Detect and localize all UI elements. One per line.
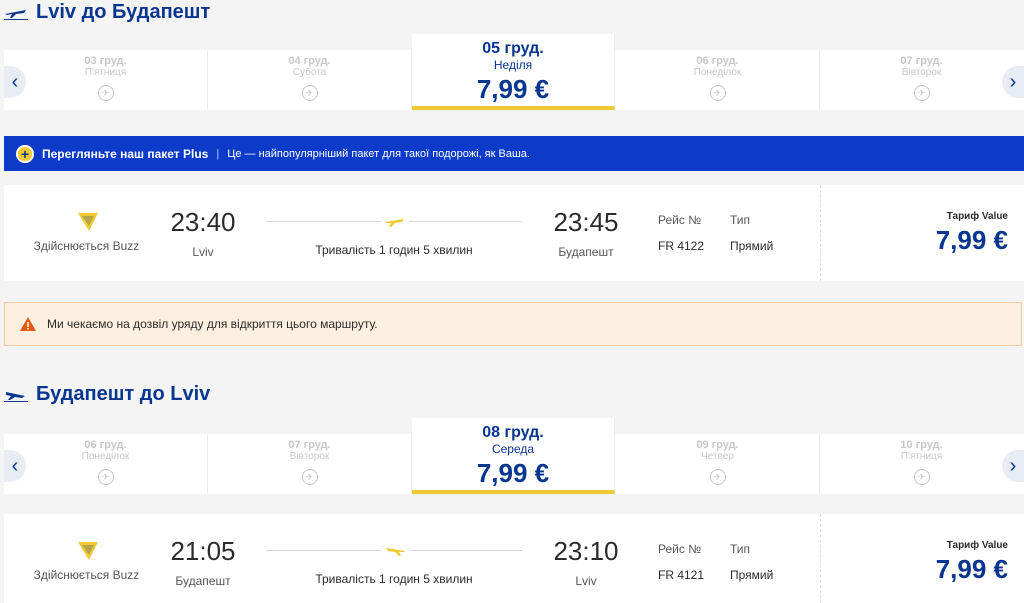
flight-type-label: Тип	[730, 542, 751, 556]
fare-price[interactable]: 7,99 €	[936, 225, 1008, 256]
inbound-flight-card[interactable]: Здійснюється Buzz 21:05 Будапешт Тривалі…	[4, 514, 1024, 603]
date-option-selected[interactable]: 08 груд. Середа 7,99 €	[412, 418, 615, 494]
date-option[interactable]: 07 груд. Вівторок ✈	[208, 434, 412, 494]
no-flight-icon: ✈	[709, 469, 726, 485]
arrive-time: 23:45	[553, 207, 619, 237]
ryanair-harp-icon	[78, 542, 98, 560]
date-label: 07 груд.	[900, 55, 943, 67]
arrive-city: Lviv	[575, 574, 597, 588]
plane-right-icon	[385, 219, 404, 227]
depart-city: Lviv	[192, 245, 214, 259]
fare-label: Тариф Value	[946, 540, 1008, 551]
date-label: 10 груд.	[900, 439, 943, 451]
date-label: 09 груд.	[696, 439, 739, 451]
date-label: 05 груд.	[482, 40, 544, 57]
outbound-title: Lviv до Будапешт	[4, 0, 210, 24]
plane-left-icon	[386, 548, 405, 556]
date-label: 06 груд.	[696, 55, 739, 67]
date-label: 06 груд.	[84, 439, 127, 451]
plus-banner-title: Перегляньте наш пакет Plus	[42, 146, 209, 161]
date-label: 08 груд.	[482, 424, 544, 441]
date-price: 7,99 €	[476, 74, 550, 104]
outbound-date-bar: ‹ 03 груд. П'ятниця ✈ 04 груд. Субота ✈ …	[4, 34, 1024, 110]
outbound-flight-card[interactable]: Здійснюється Buzz 23:40 Lviv Тривалість …	[4, 185, 1024, 281]
date-option[interactable]: 06 груд. Понеділок ✈	[616, 50, 820, 110]
card-divider	[820, 514, 821, 603]
weekday-label: П'ятниця	[84, 67, 127, 78]
plus-banner-separator: |	[216, 147, 220, 160]
warning-icon	[20, 317, 36, 331]
date-price: 7,99 €	[476, 458, 550, 488]
flight-type: Прямий	[730, 568, 774, 582]
plus-circle-icon: +	[16, 144, 34, 163]
date-option-selected[interactable]: 05 груд. Неділя 7,99 €	[412, 34, 615, 110]
plane-depart-icon	[4, 10, 28, 20]
arrive-time: 23:10	[553, 536, 619, 566]
ryanair-harp-icon	[78, 213, 98, 231]
date-option[interactable]: 09 груд. Четвер ✈	[616, 434, 820, 494]
flight-number: FR 4122	[658, 239, 705, 253]
weekday-label: Неділя	[493, 58, 533, 72]
operator-label: Здійснюється Buzz	[33, 239, 140, 253]
flight-duration: Тривалість 1 годин 5 хвилин	[315, 243, 473, 257]
date-label: 04 груд.	[288, 55, 331, 67]
flight-duration: Тривалість 1 годин 5 хвилин	[315, 572, 473, 586]
no-flight-icon: ✈	[301, 469, 318, 485]
no-flight-icon: ✈	[709, 85, 726, 101]
inbound-title-text: Будапешт до Lviv	[36, 382, 211, 405]
fare-price[interactable]: 7,99 €	[936, 554, 1008, 585]
depart-time: 21:05	[170, 536, 236, 566]
arrive-city: Будапешт	[558, 245, 614, 259]
date-label: 03 груд.	[84, 55, 127, 67]
fare-label: Тариф Value	[946, 211, 1008, 222]
no-flight-icon: ✈	[913, 85, 930, 101]
weekday-label: Субота	[292, 67, 327, 78]
weekday-label: Вівторок	[289, 451, 330, 462]
route-line	[266, 221, 381, 222]
weekday-label: Середа	[491, 442, 535, 456]
outbound-title-text: Lviv до Будапешт	[36, 0, 211, 23]
depart-city: Будапешт	[175, 574, 231, 588]
date-option[interactable]: 06 груд. Понеділок ✈	[4, 434, 208, 494]
no-flight-icon: ✈	[97, 85, 114, 101]
date-option[interactable]: 07 груд. Вівторок ✈	[820, 50, 1023, 110]
plus-banner-text: Це — найпопулярніший пакет для такої под…	[227, 147, 530, 160]
flight-number: FR 4121	[658, 568, 705, 582]
date-option[interactable]: 10 груд. П'ятниця ✈	[820, 434, 1023, 494]
route-warning: Ми чекаємо на дозвіл уряду для відкриття…	[4, 302, 1022, 346]
route-line	[409, 550, 522, 551]
card-divider	[820, 185, 821, 281]
no-flight-icon: ✈	[301, 85, 318, 101]
flight-number-label: Рейс №	[658, 213, 702, 227]
plus-banner[interactable]: + Перегляньте наш пакет Plus | Це — найп…	[4, 136, 1024, 171]
depart-time: 23:40	[170, 207, 236, 237]
date-label: 07 груд.	[288, 439, 331, 451]
no-flight-icon: ✈	[97, 469, 114, 485]
weekday-label: Понеділок	[693, 67, 742, 78]
operator-label: Здійснюється Buzz	[33, 568, 140, 582]
weekday-label: Понеділок	[81, 451, 130, 462]
flight-type-label: Тип	[730, 213, 751, 227]
plane-arrive-icon	[4, 392, 28, 402]
weekday-label: Вівторок	[901, 67, 942, 78]
route-line	[266, 550, 381, 551]
route-line	[409, 221, 522, 222]
weekday-label: Четвер	[701, 451, 734, 462]
inbound-title: Будапешт до Lviv	[4, 382, 210, 406]
inbound-date-bar: ‹ 06 груд. Понеділок ✈ 07 груд. Вівторок…	[4, 418, 1024, 494]
date-option[interactable]: 03 груд. П'ятниця ✈	[4, 50, 208, 110]
date-option[interactable]: 04 груд. Субота ✈	[208, 50, 412, 110]
weekday-label: П'ятниця	[900, 451, 943, 462]
no-flight-icon: ✈	[913, 469, 930, 485]
warning-text: Ми чекаємо на дозвіл уряду для відкриття…	[47, 317, 378, 331]
flight-number-label: Рейс №	[658, 542, 702, 556]
flight-type: Прямий	[730, 239, 774, 253]
